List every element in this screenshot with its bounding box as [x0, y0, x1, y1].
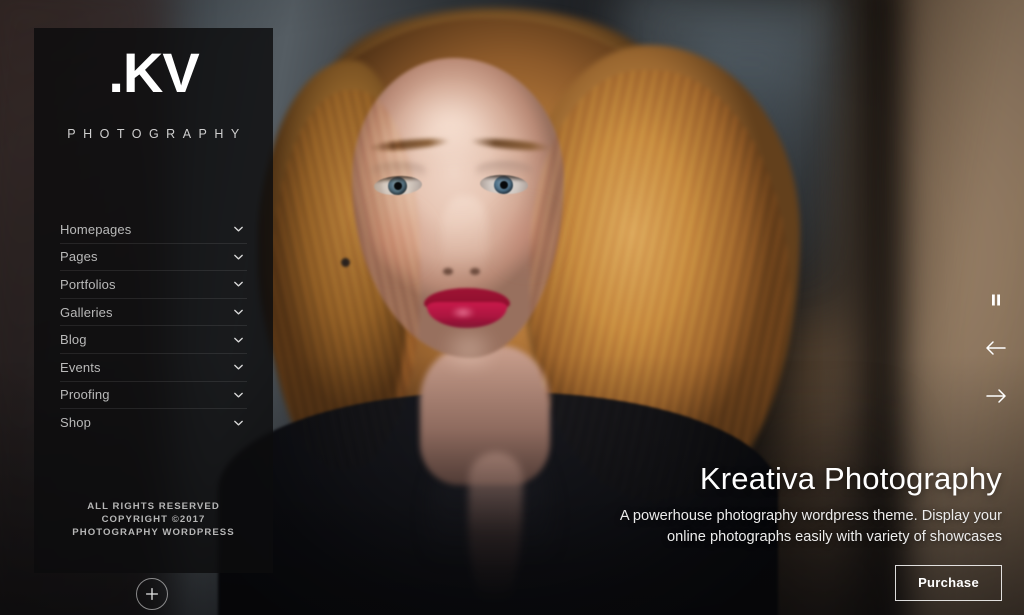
model-eyelash-right — [480, 173, 529, 183]
prev-slide-button[interactable] — [978, 324, 1014, 372]
logo-tagline: PHOTOGRAPHY — [67, 127, 247, 141]
hero-caption: Kreativa Photography A powerhouse photog… — [362, 461, 1002, 601]
sidebar-footer: ALL RIGHTS RESERVED COPYRIGHT ©2017 PHOT… — [34, 501, 273, 539]
nav-label: Pages — [60, 249, 98, 265]
chevron-down-icon[interactable] — [233, 417, 244, 428]
chevron-down-icon[interactable] — [233, 224, 244, 235]
slider-controls — [978, 276, 1014, 420]
nav-item-pages[interactable]: Pages — [60, 244, 247, 272]
slider-hero-page: .KV PHOTOGRAPHY Homepages Pages Portfoli… — [0, 0, 1024, 615]
nav-label: Proofing — [60, 387, 110, 403]
nav-item-homepages[interactable]: Homepages — [60, 216, 247, 244]
pause-icon — [992, 294, 1000, 306]
arrow-right-icon — [986, 389, 1006, 403]
model-hair-strands-left — [270, 90, 420, 470]
chevron-down-icon[interactable] — [233, 251, 244, 262]
arrow-left-icon — [986, 341, 1006, 355]
hero-subtitle-line1: A powerhouse photography wordpress theme… — [619, 508, 1002, 524]
chevron-down-icon[interactable] — [233, 362, 244, 373]
model-chin-highlight — [432, 330, 506, 370]
plus-icon-button[interactable] — [136, 578, 168, 610]
nav-label: Shop — [60, 415, 91, 431]
chevron-down-icon[interactable] — [233, 279, 244, 290]
chevron-down-icon[interactable] — [233, 389, 244, 400]
logo-text: .KV — [108, 41, 199, 104]
chevron-down-icon[interactable] — [233, 334, 244, 345]
nav-label: Homepages — [60, 221, 132, 237]
hero-title: Kreativa Photography — [699, 461, 1002, 497]
nav-item-shop[interactable]: Shop — [60, 409, 247, 437]
nav-label: Blog — [60, 332, 87, 348]
model-nostril-right — [470, 268, 480, 275]
nav-item-events[interactable]: Events — [60, 354, 247, 382]
footer-line-copyright: COPYRIGHT ©2017 — [101, 513, 206, 525]
model-nostril-left — [443, 268, 453, 275]
model-lip-highlight — [446, 308, 480, 317]
brand-logo[interactable]: .KV PHOTOGRAPHY — [34, 41, 273, 142]
plus-icon — [145, 587, 159, 601]
footer-line-rights: ALL RIGHTS RESERVED — [87, 501, 220, 512]
pause-button[interactable] — [978, 276, 1014, 324]
main-navigation: Homepages Pages Portfolios Galleries Blo… — [60, 216, 247, 437]
footer-line-theme: PHOTOGRAPHY WORDPRESS — [72, 526, 235, 538]
nav-label: Galleries — [60, 304, 113, 320]
nav-label: Portfolios — [60, 276, 116, 292]
next-slide-button[interactable] — [978, 372, 1014, 420]
nav-label: Events — [60, 359, 101, 375]
nav-item-portfolios[interactable]: Portfolios — [60, 271, 247, 299]
hero-subtitle-line2: online photographs easily with variety o… — [666, 529, 1002, 545]
nav-item-galleries[interactable]: Galleries — [60, 299, 247, 327]
sidebar: .KV PHOTOGRAPHY Homepages Pages Portfoli… — [34, 28, 273, 573]
hero-subtitle: A powerhouse photography wordpress theme… — [362, 506, 1002, 548]
nav-item-proofing[interactable]: Proofing — [60, 382, 247, 410]
nav-item-blog[interactable]: Blog — [60, 326, 247, 354]
purchase-button[interactable]: Purchase — [895, 565, 1002, 601]
chevron-down-icon[interactable] — [233, 307, 244, 318]
